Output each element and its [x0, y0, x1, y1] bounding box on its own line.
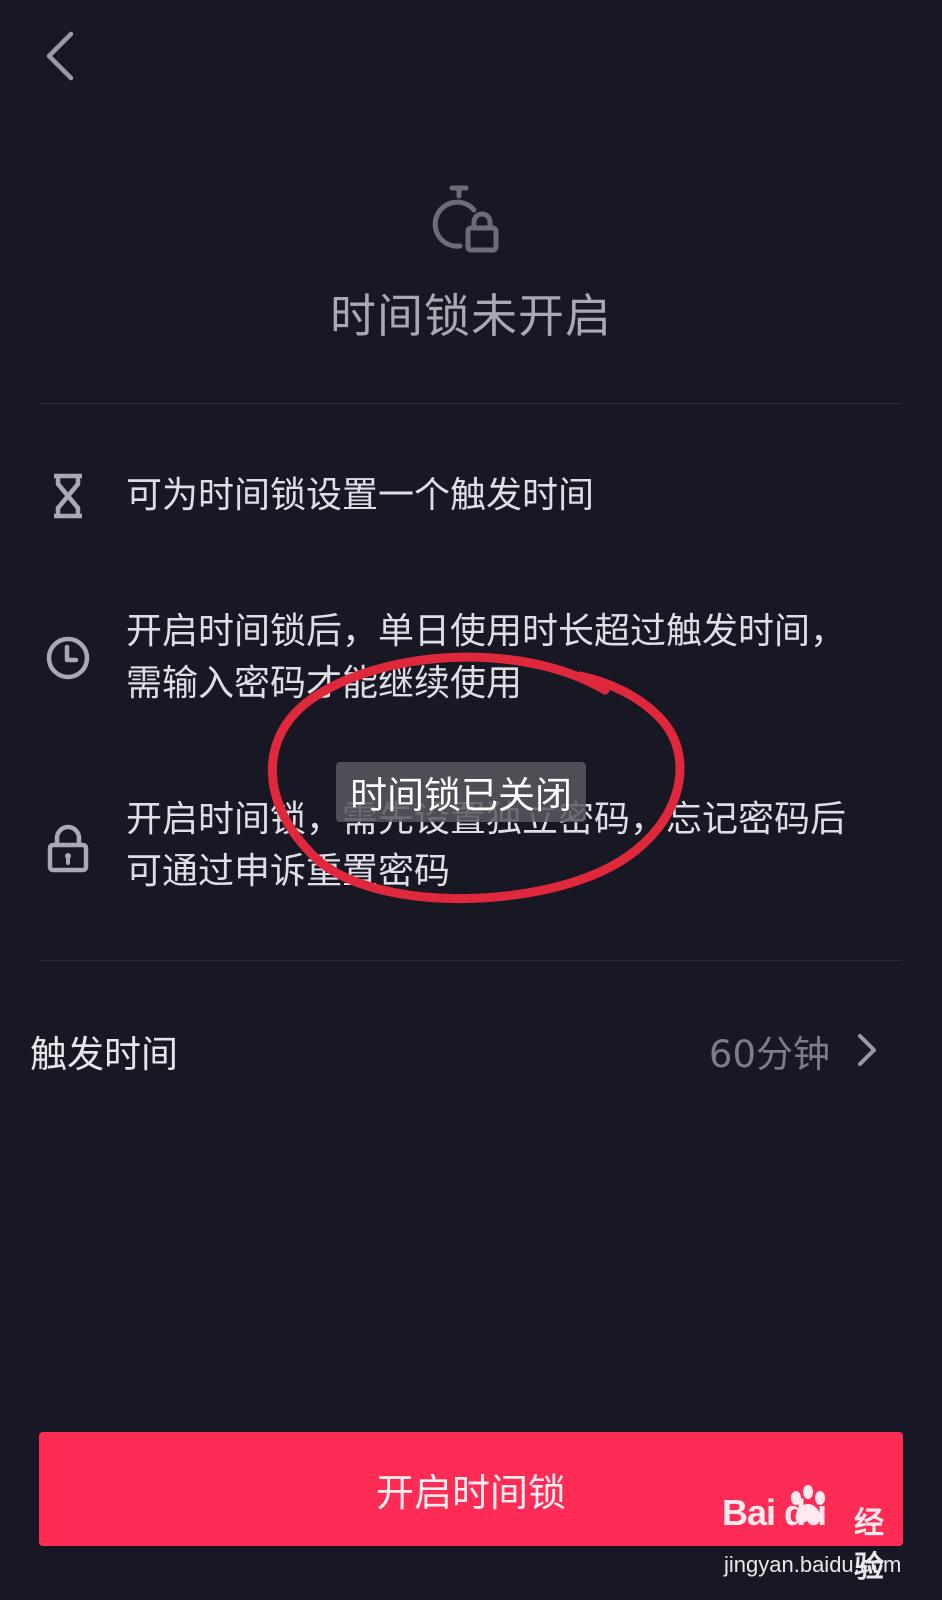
divider-top — [40, 403, 902, 404]
trigger-time-setting[interactable]: 触发时间 60分钟 — [0, 1010, 942, 1090]
back-button[interactable] — [40, 28, 80, 84]
toast-message: 时间锁已关闭 — [336, 762, 586, 822]
setting-value: 60分钟 — [708, 1033, 830, 1076]
clock-icon — [46, 636, 90, 680]
info-icon-wrap — [40, 820, 96, 876]
toast-text: 时间锁已关闭 — [350, 774, 572, 817]
chevron-left-icon — [46, 31, 74, 81]
divider-bottom — [40, 960, 902, 961]
info-icon-wrap — [40, 630, 96, 686]
hourglass-icon — [54, 473, 82, 519]
baidu-watermark: Bai du 经验 jingyan.baidu.com — [722, 1485, 912, 1592]
stopwatch-lock-icon — [432, 185, 499, 253]
info-icon-wrap — [40, 468, 96, 524]
paw-icon — [791, 1485, 825, 1524]
info-item-usage: 开启时间锁后，单日使用时长超过触发时间，需输入密码才能继续使用 — [40, 606, 900, 710]
watermark-url: jingyan.baidu.com — [724, 1552, 902, 1577]
chevron-right-icon — [858, 1034, 876, 1066]
page-title: 时间锁未开启 — [330, 289, 612, 343]
info-item-trigger: 可为时间锁设置一个触发时间 — [40, 468, 900, 524]
info-text: 开启时间锁后，单日使用时长超过触发时间，需输入密码才能继续使用 — [126, 611, 847, 704]
lock-icon — [47, 824, 89, 873]
setting-label: 触发时间 — [30, 1033, 178, 1076]
info-text: 可为时间锁设置一个触发时间 — [126, 475, 595, 516]
